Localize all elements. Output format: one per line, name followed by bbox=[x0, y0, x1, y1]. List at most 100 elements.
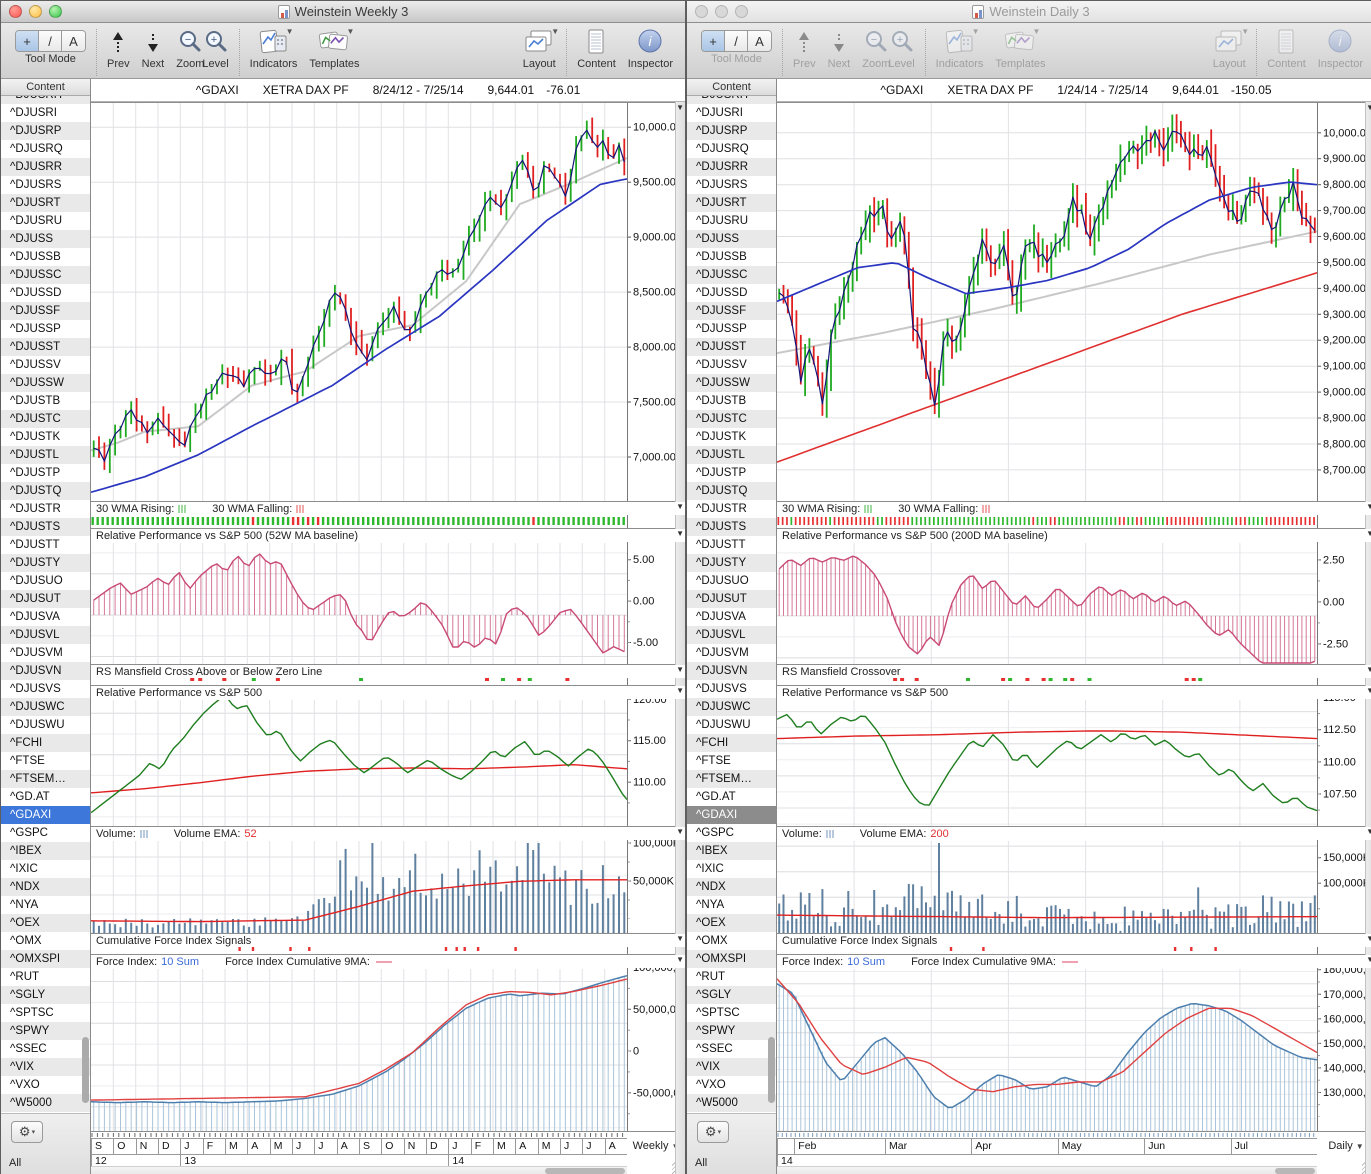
symbol-row[interactable]: ^OEX bbox=[687, 914, 776, 932]
symbol-row[interactable]: ^DJUSTT bbox=[687, 536, 776, 554]
symbol-row[interactable]: ^DJUSTQ bbox=[1, 482, 90, 500]
layout-button[interactable]: ▼ Layout bbox=[522, 27, 560, 70]
symbol-row[interactable]: ^SSEC bbox=[687, 1040, 776, 1058]
symbol-row[interactable]: ^NYA bbox=[1, 896, 90, 914]
pane-options-icon[interactable]: ▼ bbox=[1366, 502, 1371, 512]
horizontal-scrollbar-thumb[interactable] bbox=[1275, 1168, 1315, 1174]
content-button[interactable]: Content bbox=[1267, 27, 1306, 70]
symbol-row[interactable]: ^VIX bbox=[687, 1058, 776, 1076]
symbol-row[interactable]: ^SPTSC bbox=[1, 1004, 90, 1022]
pane-options-icon[interactable]: ▼ bbox=[676, 827, 684, 837]
relative-performance-histogram-pane[interactable]: Relative Performance vs S&P 500 (200D MA… bbox=[777, 528, 1371, 664]
symbol-row[interactable]: ^DJUSVN bbox=[687, 662, 776, 680]
symbol-row[interactable]: ^DJUSSB bbox=[1, 248, 90, 266]
symbol-row[interactable]: ^DJUSVL bbox=[1, 626, 90, 644]
close-button[interactable] bbox=[9, 5, 22, 18]
tool-mode-segment-text[interactable]: A bbox=[62, 31, 85, 51]
cumulative-force-signals-pane[interactable]: Cumulative Force Index Signals ▼ bbox=[777, 933, 1371, 954]
symbol-row[interactable]: ^DJUSTL bbox=[687, 446, 776, 464]
inspector-button[interactable]: i Inspector bbox=[628, 27, 673, 70]
symbol-row[interactable]: ^DJUSST bbox=[687, 338, 776, 356]
symbol-row[interactable]: ^DJUSSV bbox=[687, 356, 776, 374]
symbol-row[interactable]: ^GDAXI bbox=[687, 806, 776, 824]
symbol-row[interactable]: ^DJUSRU bbox=[1, 212, 90, 230]
symbol-row[interactable]: ^DJUSTY bbox=[687, 554, 776, 572]
symbol-row[interactable]: ^GSPC bbox=[687, 824, 776, 842]
symbol-row[interactable]: ^GDAXI bbox=[1, 806, 90, 824]
symbol-row[interactable]: ^DJUSSP bbox=[687, 320, 776, 338]
pane-options-icon[interactable]: ▼ bbox=[1366, 686, 1371, 696]
symbol-row[interactable]: ^DJUSTP bbox=[687, 464, 776, 482]
zoom-out-button[interactable]: − Zoom bbox=[862, 27, 890, 70]
symbol-row[interactable]: ^OEX bbox=[1, 914, 90, 932]
symbol-row[interactable]: ^DJUSTC bbox=[687, 410, 776, 428]
symbol-row[interactable]: ^FCHI bbox=[1, 734, 90, 752]
symbol-row[interactable]: ^DJUSRU bbox=[687, 212, 776, 230]
symbol-row[interactable]: ^OMX bbox=[687, 932, 776, 950]
symbol-row[interactable]: ^DJUSRI bbox=[687, 104, 776, 122]
volume-pane[interactable]: Volume:Volume EMA:200 200,000K150,000K10… bbox=[777, 826, 1371, 933]
symbol-row[interactable]: ^GSPC bbox=[1, 824, 90, 842]
sidebar-scrollbar-thumb[interactable] bbox=[82, 1037, 89, 1103]
pane-options-icon[interactable]: ▼ bbox=[676, 955, 684, 965]
tool-mode-segment-line[interactable]: / bbox=[725, 31, 748, 51]
rs-mansfield-pane[interactable]: RS Mansfield Crossover ▼ bbox=[777, 664, 1371, 685]
pane-options-icon[interactable]: ▼ bbox=[676, 529, 684, 539]
symbol-row[interactable]: ^DJUSTQ bbox=[687, 482, 776, 500]
zoom-in-button[interactable]: + Level bbox=[202, 27, 229, 70]
vertical-scrollbar[interactable] bbox=[1365, 102, 1371, 1174]
horizontal-scrollbar-thumb[interactable] bbox=[545, 1168, 625, 1174]
indicators-button[interactable]: ▼ Indicators bbox=[936, 27, 984, 70]
tool-mode-segment-crosshair[interactable]: + bbox=[16, 31, 39, 51]
symbol-row[interactable]: ^DJUSSC bbox=[687, 266, 776, 284]
pane-options-icon[interactable]: ▼ bbox=[676, 665, 684, 675]
symbol-row[interactable]: ^GD.AT bbox=[1, 788, 90, 806]
symbol-row[interactable]: ^DJUSWC bbox=[1, 698, 90, 716]
symbol-row[interactable]: ^DJUSSC bbox=[1, 266, 90, 284]
symbol-row[interactable]: ^DJUSTK bbox=[1, 428, 90, 446]
symbol-row[interactable]: ^IXIC bbox=[1, 860, 90, 878]
symbol-row[interactable]: ^DJUSRR bbox=[687, 158, 776, 176]
symbol-row[interactable]: ^DJUSRS bbox=[687, 176, 776, 194]
symbol-row[interactable]: ^DJUSTL bbox=[1, 446, 90, 464]
symbol-row[interactable]: ^DJUSRP bbox=[1, 122, 90, 140]
symbol-row[interactable]: ^DJUSRS bbox=[1, 176, 90, 194]
symbol-row[interactable]: ^DJUSRI bbox=[1, 104, 90, 122]
pane-options-icon[interactable]: ▼ bbox=[676, 502, 684, 512]
symbol-row[interactable]: ^DJUSSW bbox=[1, 374, 90, 392]
tool-mode-segment-crosshair[interactable]: + bbox=[702, 31, 725, 51]
symbol-row[interactable]: ^DJUSSW bbox=[687, 374, 776, 392]
horizontal-scrollbar[interactable] bbox=[91, 1166, 627, 1174]
minimize-button[interactable] bbox=[715, 5, 728, 18]
symbol-row[interactable]: ^DJUSWU bbox=[1, 716, 90, 734]
symbol-row[interactable]: ^FTSEM… bbox=[687, 770, 776, 788]
templates-button[interactable]: ▼ Templates bbox=[995, 27, 1045, 70]
symbol-row[interactable]: ^DJUSS bbox=[1, 230, 90, 248]
symbol-row[interactable]: ^DJUSS bbox=[687, 230, 776, 248]
symbol-row[interactable]: ^DJUSSV bbox=[1, 356, 90, 374]
relative-performance-line-pane[interactable]: Relative Performance vs S&P 500 120.00 11… bbox=[91, 685, 685, 826]
symbol-row[interactable]: ^VXO bbox=[1, 1076, 90, 1094]
symbol-row[interactable]: ^DJUSSF bbox=[687, 302, 776, 320]
force-index-pane[interactable]: Force Index: 10 Sum Force Index Cumulative… bbox=[777, 954, 1371, 1131]
symbol-row[interactable]: ^DJUSRT bbox=[687, 194, 776, 212]
next-button[interactable]: Next bbox=[828, 27, 850, 70]
price-pane[interactable]: 10,000.00 9,500.00 9,000.00 8,500.00 8,000.0… bbox=[91, 102, 685, 501]
symbol-row[interactable]: ^W5000 bbox=[687, 1094, 776, 1112]
title-bar[interactable]: Weinstein Weekly 3 bbox=[1, 1, 685, 23]
relative-performance-line-pane[interactable]: Relative Performance vs S&P 500 115.0011… bbox=[777, 685, 1371, 826]
symbol-row[interactable]: ^DJUSUT bbox=[1, 590, 90, 608]
symbol-row[interactable]: ^DJUSRT bbox=[1, 194, 90, 212]
symbol-row[interactable]: ^NDX bbox=[1, 878, 90, 896]
symbol-row[interactable]: ^SPWY bbox=[1, 1022, 90, 1040]
symbol-row[interactable]: ^DJUSVM bbox=[1, 644, 90, 662]
layout-button[interactable]: ▼ Layout bbox=[1212, 27, 1250, 70]
symbol-row[interactable]: ^SGLY bbox=[687, 986, 776, 1004]
action-menu-button[interactable]: ⚙ ▾ bbox=[11, 1121, 43, 1143]
zoom-button[interactable] bbox=[735, 5, 748, 18]
symbol-row[interactable]: ^DJUSTB bbox=[1, 392, 90, 410]
symbol-row[interactable]: ^DJUSVS bbox=[687, 680, 776, 698]
symbol-row[interactable]: ^DJUSUT bbox=[687, 590, 776, 608]
symbol-row[interactable]: ^DJUSRH bbox=[1, 96, 90, 104]
symbol-row[interactable]: ^OMX bbox=[1, 932, 90, 950]
